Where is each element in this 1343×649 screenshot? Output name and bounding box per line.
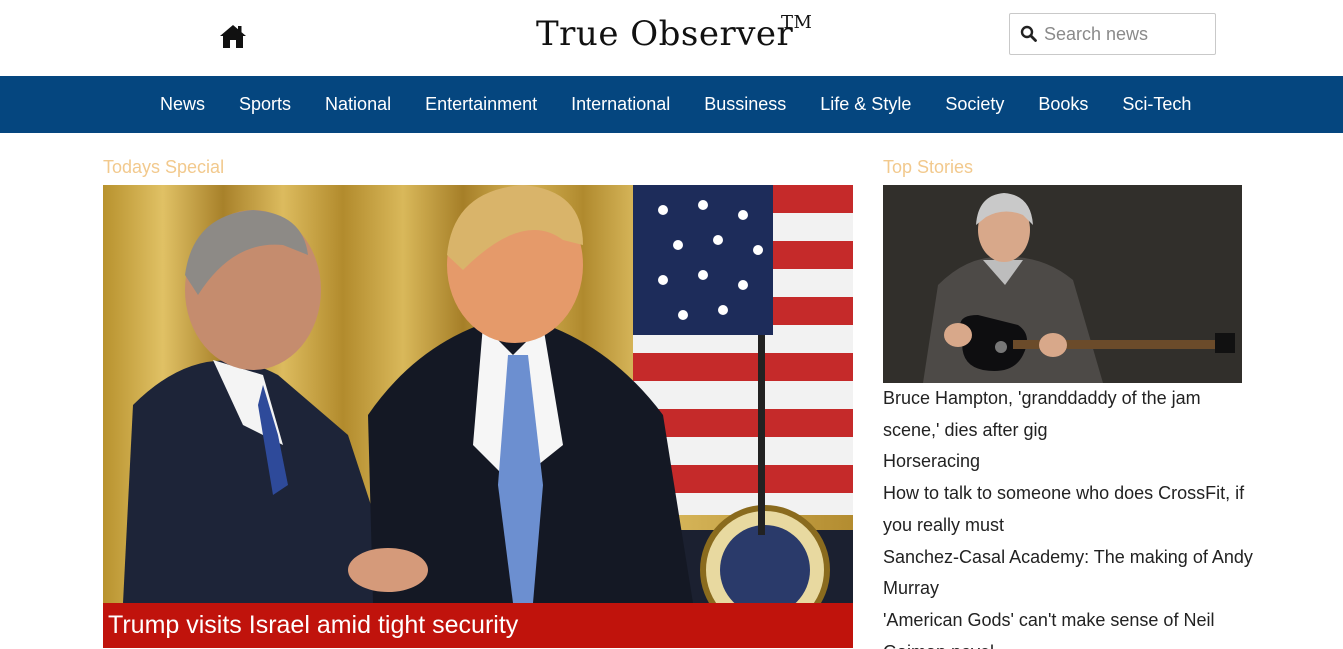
nav-item-life-style[interactable]: Life & Style <box>803 94 928 115</box>
nav-item-books[interactable]: Books <box>1021 94 1105 115</box>
nav-item-business[interactable]: Bussiness <box>687 94 803 115</box>
featured-story[interactable]: Trump visits Israel amid tight security <box>103 185 853 648</box>
top-story-photo <box>883 185 1242 383</box>
home-icon[interactable] <box>219 23 247 49</box>
top-story-link[interactable]: Horseracing <box>883 446 1253 478</box>
top-story-link[interactable]: 'American Gods' can't make sense of Neil… <box>883 605 1253 649</box>
nav-item-sci-tech[interactable]: Sci-Tech <box>1105 94 1208 115</box>
main-nav: News Sports National Entertainment Inter… <box>0 76 1343 133</box>
nav-item-entertainment[interactable]: Entertainment <box>408 94 554 115</box>
featured-headline[interactable]: Trump visits Israel amid tight security <box>103 603 853 648</box>
brand-name: True Observer <box>536 14 794 54</box>
featured-story-image <box>103 185 853 603</box>
nav-item-news[interactable]: News <box>143 94 222 115</box>
nav-item-society[interactable]: Society <box>928 94 1021 115</box>
top-story-image[interactable] <box>883 185 1242 383</box>
search-input[interactable] <box>1044 22 1209 46</box>
top-story-link[interactable]: Bruce Hampton, 'granddaddy of the jam sc… <box>883 383 1253 446</box>
nav-item-international[interactable]: International <box>554 94 687 115</box>
nav-item-national[interactable]: National <box>308 94 408 115</box>
todays-special-label: Todays Special <box>103 157 225 177</box>
nav-item-sports[interactable]: Sports <box>222 94 308 115</box>
top-story-link[interactable]: How to talk to someone who does CrossFit… <box>883 478 1253 541</box>
site-header: True Observer TM <box>0 0 1343 76</box>
trademark-mark: TM <box>781 12 813 33</box>
top-stories-label: Top Stories <box>883 157 974 177</box>
top-stories-list: Bruce Hampton, 'granddaddy of the jam sc… <box>883 383 1253 649</box>
site-logo[interactable]: True Observer TM <box>536 12 812 54</box>
top-story-link[interactable]: Sanchez-Casal Academy: The making of And… <box>883 542 1253 605</box>
search-box[interactable] <box>1009 13 1216 55</box>
search-icon[interactable] <box>1020 25 1038 43</box>
